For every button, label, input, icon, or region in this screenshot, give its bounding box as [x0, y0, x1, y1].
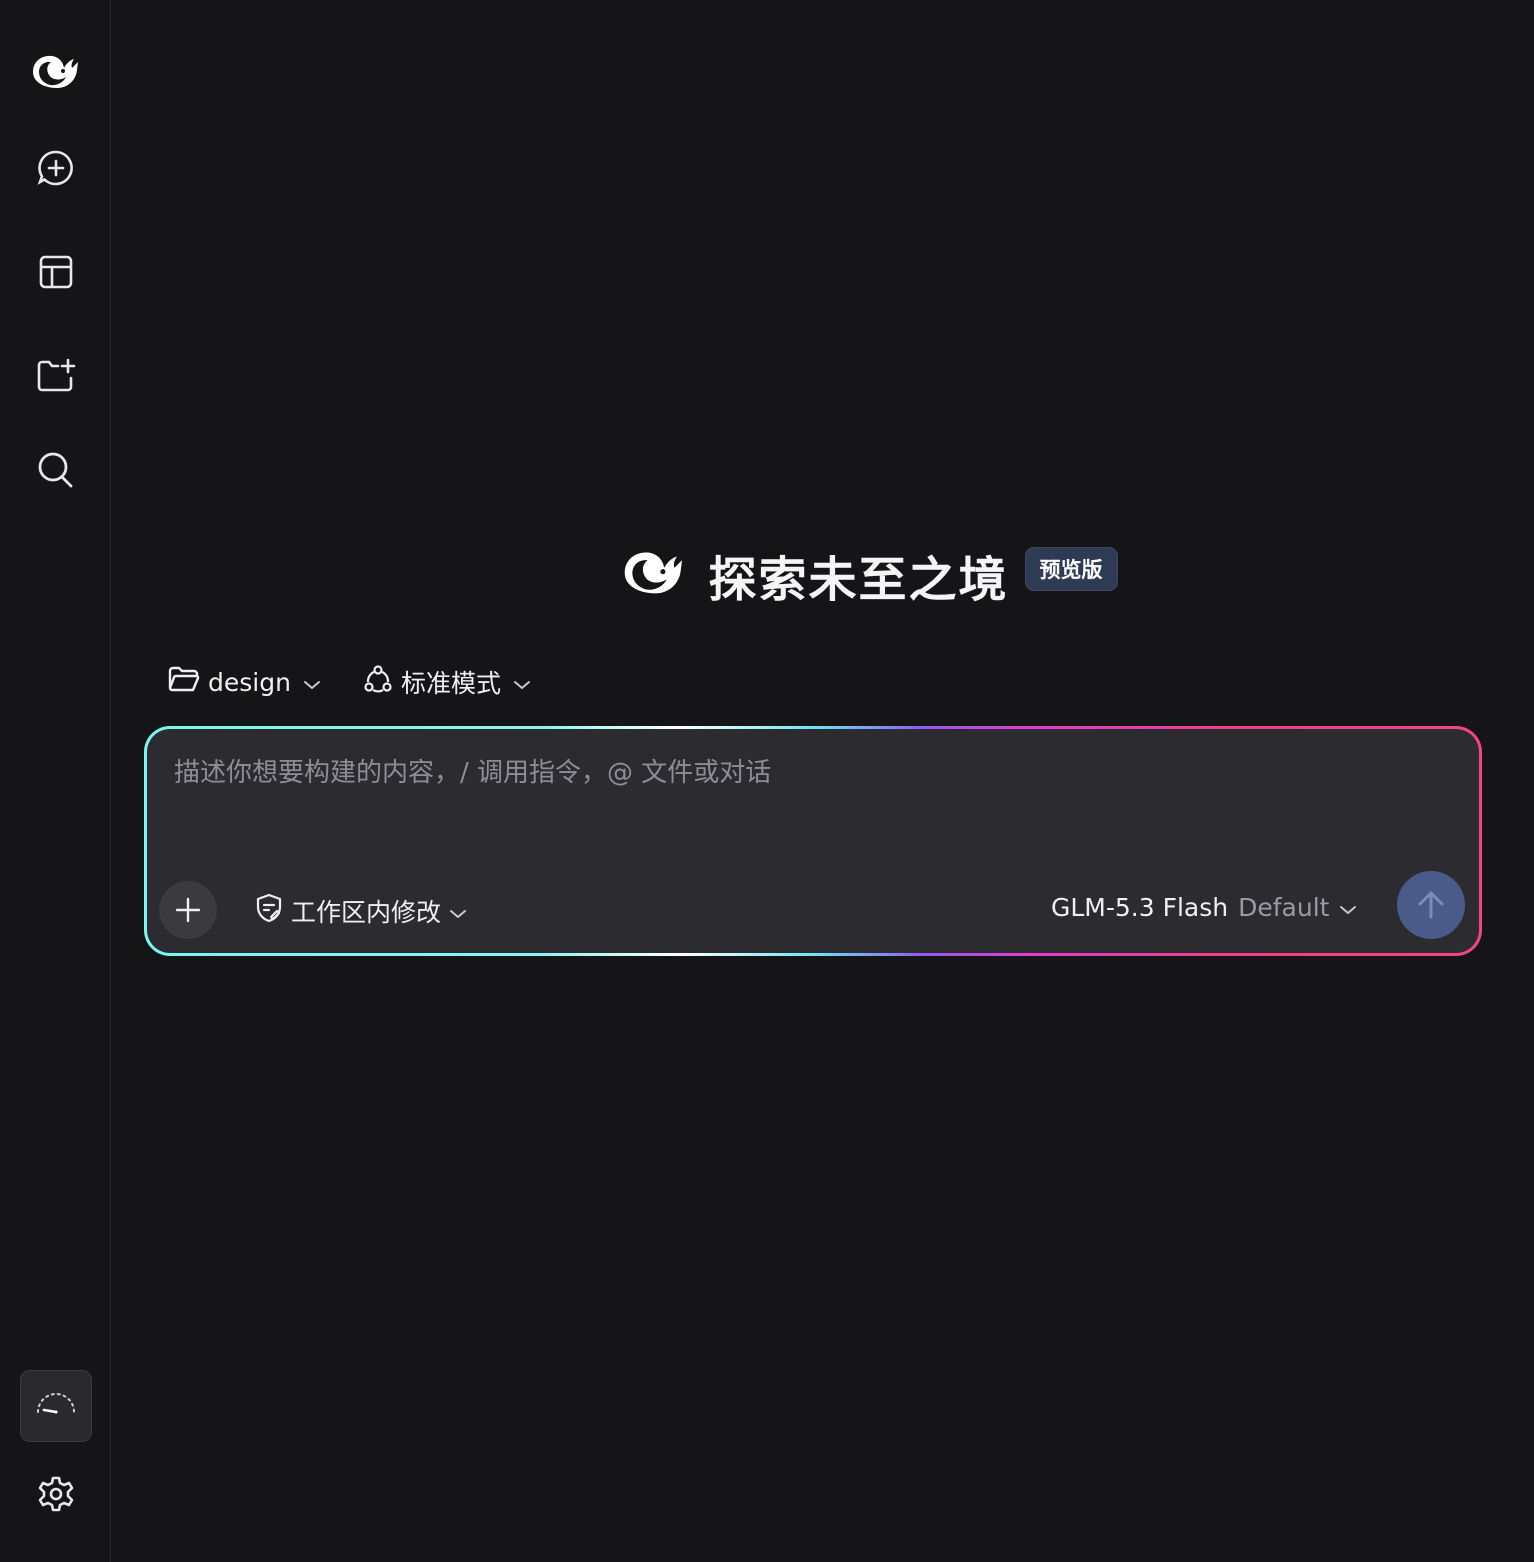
model-name: GLM-5.3 Flash	[1051, 893, 1229, 922]
search-icon[interactable]	[24, 438, 88, 502]
composer: 工作区内修改 GLM-5.3 Flash Default	[144, 726, 1482, 956]
main-area: 探索未至之境 预览版 design 标准模式 描述你想要构建的内容，/ 调用指令…	[112, 0, 1534, 1562]
mode-label: 标准模式	[400, 669, 501, 698]
model-tag: Default	[1238, 893, 1330, 922]
workspace-label: design	[208, 667, 291, 697]
shield-icon	[255, 893, 283, 929]
chevron-down-icon	[513, 668, 531, 697]
gear-icon[interactable]	[24, 1462, 88, 1526]
attach-button[interactable]	[159, 881, 217, 939]
sidebar	[0, 0, 111, 1562]
mode-selector[interactable]: 标准模式	[363, 664, 531, 700]
composer-body: 工作区内修改 GLM-5.3 Flash Default	[147, 729, 1479, 953]
new-chat-icon[interactable]	[24, 136, 88, 200]
permission-selector[interactable]: 工作区内修改	[255, 893, 467, 929]
whale-logo-icon	[618, 545, 690, 605]
preview-badge: 预览版	[1024, 547, 1118, 591]
permission-label: 工作区内修改	[291, 898, 442, 927]
gauge-icon[interactable]	[20, 1370, 92, 1442]
model-selector[interactable]: GLM-5.3 Flash Default	[1051, 893, 1357, 922]
folder-icon	[168, 665, 200, 699]
page-title: 探索未至之境	[708, 552, 1009, 608]
chevron-down-icon	[303, 668, 321, 697]
chevron-down-icon	[1339, 893, 1357, 922]
prompt-input[interactable]	[172, 757, 1372, 789]
app-window: 探索未至之境 预览版 design 标准模式 描述你想要构建的内容，/ 调用指令…	[0, 0, 1534, 1562]
workspace-selector[interactable]: design	[168, 665, 321, 699]
chevron-down-icon	[449, 897, 467, 926]
mode-icon	[363, 664, 393, 700]
whale-logo-icon[interactable]	[24, 40, 88, 104]
send-button[interactable]	[1397, 871, 1465, 939]
hero-header: 探索未至之境 预览版	[157, 540, 1534, 610]
layout-icon[interactable]	[24, 240, 88, 304]
selector-row: design 标准模式	[168, 664, 531, 700]
new-folder-icon[interactable]	[24, 344, 88, 408]
